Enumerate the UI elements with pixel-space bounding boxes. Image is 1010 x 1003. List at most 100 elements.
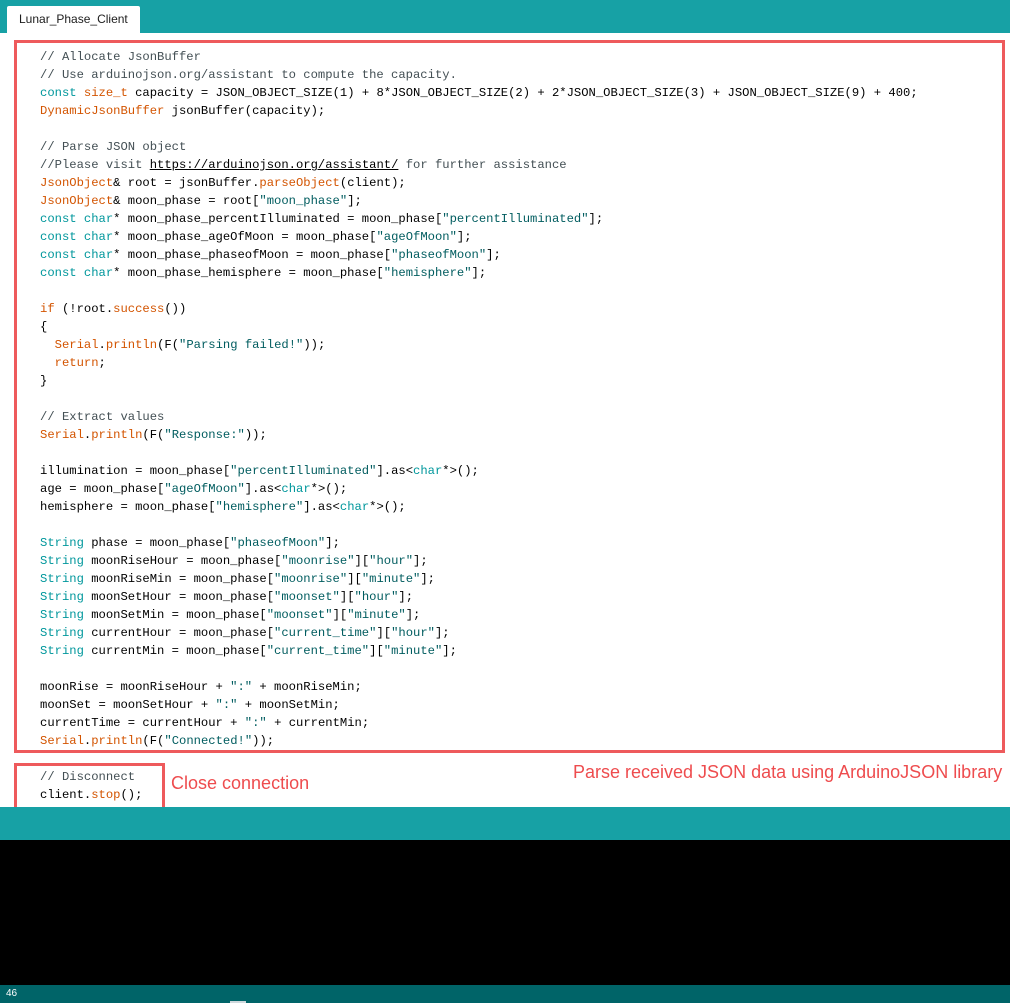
code-token: currentMin = moon_phase[ — [83, 644, 267, 658]
code-token: phase = moon_phase[ — [83, 536, 231, 550]
code-line: const char* moon_phase_phaseofMoon = moo… — [40, 246, 918, 264]
code-token: JsonObject — [40, 176, 114, 190]
code-token: parseObject — [259, 176, 340, 190]
code-line: if (!root.success()) — [40, 300, 918, 318]
code-token: ]; — [434, 626, 450, 640]
code-token: Serial — [40, 428, 84, 442]
console-output[interactable] — [0, 840, 1010, 985]
code-line: moonRise = moonRiseHour + ":" + moonRise… — [40, 678, 918, 696]
code-token: illumination = moon_phase[ — [40, 464, 231, 478]
code-line: illumination = moon_phase["percentIllumi… — [40, 462, 918, 480]
code-token: . — [98, 338, 106, 352]
code-link[interactable]: https://arduinojson.org/assistant/ — [150, 158, 399, 172]
code-token: moonSet = moonSetHour + — [40, 698, 216, 712]
code-token: (F( — [142, 428, 165, 442]
code-editor[interactable]: // Allocate JsonBuffer // Use arduinojson… — [0, 33, 1010, 813]
code-token: ]; — [413, 554, 428, 568]
code-line: // Parse JSON object — [40, 138, 918, 156]
code-token: capacity = JSON_OBJECT_SIZE(1) + 8*JSON_… — [127, 86, 918, 100]
code-token: const char — [40, 266, 114, 280]
code-token: String — [40, 644, 84, 658]
code-line: // Use arduinojson.org/assistant to comp… — [40, 66, 918, 84]
tab-lunar-phase-client[interactable]: Lunar_Phase_Client — [7, 6, 140, 33]
code-line: String moonSetHour = moon_phase["moonset… — [40, 588, 918, 606]
editor-console-divider[interactable] — [0, 807, 1010, 840]
code-token: ]; — [325, 536, 340, 550]
code-token: + moonSetMin; — [237, 698, 340, 712]
code-token: // Disconnect — [40, 770, 136, 784]
code-line: currentTime = currentHour + ":" + curren… — [40, 714, 918, 732]
code-line: } — [40, 372, 918, 390]
code-token: ].as< — [376, 464, 414, 478]
code-token: )); — [252, 734, 275, 748]
code-line: String currentHour = moon_phase["current… — [40, 624, 918, 642]
code-token: "hemisphere" — [383, 266, 472, 280]
code-line: String phase = moon_phase["phaseofMoon"]… — [40, 534, 918, 552]
code-token: ]; — [442, 644, 457, 658]
code-token: ]; — [398, 590, 414, 604]
code-token: * moon_phase_hemisphere = moon_phase[ — [113, 266, 384, 280]
code-token: moonRiseMin = moon_phase[ — [83, 572, 275, 586]
code-token: char — [339, 500, 370, 514]
code-token: Serial — [40, 734, 84, 748]
code-token: String — [40, 608, 84, 622]
code-token: ]; — [588, 212, 604, 226]
code-token: const char — [40, 230, 114, 244]
code-token: )); — [244, 428, 267, 442]
code-text[interactable]: // Allocate JsonBuffer // Use arduinojson… — [40, 48, 918, 804]
code-token: "moon_phase" — [259, 194, 348, 208]
code-token: currentHour = moon_phase[ — [83, 626, 275, 640]
code-token: if — [40, 302, 55, 316]
code-token: client. — [40, 788, 92, 802]
code-token: char — [413, 464, 443, 478]
code-token: ][ — [369, 644, 384, 658]
code-token: (); — [120, 788, 143, 802]
code-token: ]; — [486, 248, 501, 262]
code-line: return; — [40, 354, 918, 372]
code-token: ][ — [376, 626, 392, 640]
code-token: "hour" — [369, 554, 414, 568]
code-token: ()) — [164, 302, 187, 316]
code-token: & moon_phase = root[ — [113, 194, 260, 208]
code-line: hemisphere = moon_phase["hemisphere"].as… — [40, 498, 918, 516]
code-token: //Please visit — [40, 158, 150, 172]
code-line: //Please visit https://arduinojson.org/a… — [40, 156, 918, 174]
code-token: // Allocate JsonBuffer — [40, 50, 201, 64]
code-token: "percentIlluminated" — [230, 464, 377, 478]
code-line: // Extract values — [40, 408, 918, 426]
code-token: } — [40, 374, 48, 388]
code-token: String — [40, 590, 84, 604]
code-token: + currentMin; — [266, 716, 370, 730]
code-line: String moonRiseHour = moon_phase["moonri… — [40, 552, 918, 570]
code-token: println — [91, 734, 143, 748]
code-token: "Parsing failed!" — [179, 338, 304, 352]
code-token: size_t — [83, 86, 128, 100]
code-token: "moonset" — [266, 608, 333, 622]
code-token: ][ — [347, 572, 362, 586]
code-token: String — [40, 554, 84, 568]
code-token: hemisphere = moon_phase[ — [40, 500, 216, 514]
code-token: ].as< — [303, 500, 340, 514]
code-token: for further assistance — [398, 158, 567, 172]
code-line: Serial.println(F("Parsing failed!")); — [40, 336, 918, 354]
code-token: jsonBuffer(capacity); — [164, 104, 326, 118]
code-token: Serial — [54, 338, 99, 352]
code-line: const char* moon_phase_percentIlluminate… — [40, 210, 918, 228]
code-line: age = moon_phase["ageOfMoon"].as<char*>(… — [40, 480, 918, 498]
code-token: ]; — [405, 608, 421, 622]
code-token: "Connected!" — [164, 734, 253, 748]
tab-bar: Lunar_Phase_Client — [0, 0, 1010, 33]
code-token: "current_time" — [266, 644, 370, 658]
code-token: "percentIlluminated" — [442, 212, 589, 226]
code-token: "ageOfMoon" — [376, 230, 457, 244]
code-line: moonSet = moonSetHour + ":" + moonSetMin… — [40, 696, 918, 714]
code-token: "ageOfMoon" — [164, 482, 245, 496]
code-line: String moonSetMin = moon_phase["moonset"… — [40, 606, 918, 624]
